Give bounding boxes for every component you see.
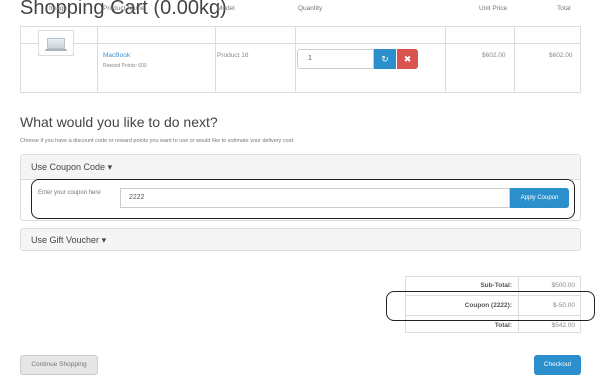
laptop-base — [45, 49, 67, 51]
column-header-product-name: Product Name — [103, 5, 145, 12]
remove-item-button[interactable]: ✖ — [397, 49, 418, 69]
column-divider — [97, 27, 98, 92]
column-header-image: Image — [49, 5, 68, 12]
coupon-panel-title[interactable]: Use Coupon Code ▾ — [31, 162, 112, 173]
product-name-link[interactable]: MacBook — [103, 52, 130, 59]
continue-shopping-button[interactable]: Continue Shopping — [20, 355, 98, 375]
column-divider — [215, 27, 216, 92]
highlight-annotation — [386, 291, 595, 321]
quantity-input[interactable]: 1 — [297, 49, 374, 69]
checkout-button[interactable]: Checkout — [534, 355, 581, 375]
gift-voucher-panel: Use Gift Voucher ▾ — [20, 228, 581, 251]
column-divider — [514, 27, 515, 92]
unit-price: $602.00 — [482, 52, 506, 59]
total-value: $542.00 — [551, 322, 576, 329]
subtotal-label: Sub-Total: — [480, 282, 512, 289]
next-steps-description: Choose if you have a discount code or re… — [20, 138, 295, 144]
subtotal-value: $500.00 — [551, 282, 576, 289]
column-header-quantity: Quantity — [298, 5, 323, 12]
update-quantity-button[interactable]: ↻ — [374, 49, 396, 69]
caret-down-icon: ▾ — [101, 235, 107, 245]
caret-down-icon: ▾ — [107, 162, 113, 172]
laptop-icon — [47, 38, 65, 49]
refresh-icon: ↻ — [381, 54, 389, 64]
coupon-panel-title-text: Use Coupon Code — [31, 162, 106, 172]
gift-voucher-panel-heading[interactable]: Use Gift Voucher ▾ — [21, 229, 580, 250]
highlight-annotation — [31, 179, 575, 219]
reward-points-text: Reward Points: 600 — [103, 63, 147, 69]
table-header-divider — [21, 43, 580, 44]
product-thumbnail[interactable] — [38, 30, 74, 56]
column-divider — [445, 27, 446, 92]
gift-voucher-panel-title[interactable]: Use Gift Voucher ▾ — [31, 235, 106, 246]
total-label: Total: — [494, 322, 512, 329]
line-total: $602.00 — [549, 52, 573, 59]
times-circle-icon: ✖ — [403, 54, 412, 64]
column-header-unit-price: Unit Price — [479, 5, 508, 12]
next-steps-heading: What would you like to do next? — [20, 114, 218, 130]
column-divider — [295, 27, 296, 92]
product-model: Product 16 — [217, 52, 249, 59]
column-header-model: Model — [217, 5, 235, 12]
column-header-total: Total — [557, 5, 571, 12]
gift-voucher-panel-title-text: Use Gift Voucher — [31, 235, 100, 245]
coupon-panel-heading[interactable]: Use Coupon Code ▾ — [21, 155, 580, 180]
